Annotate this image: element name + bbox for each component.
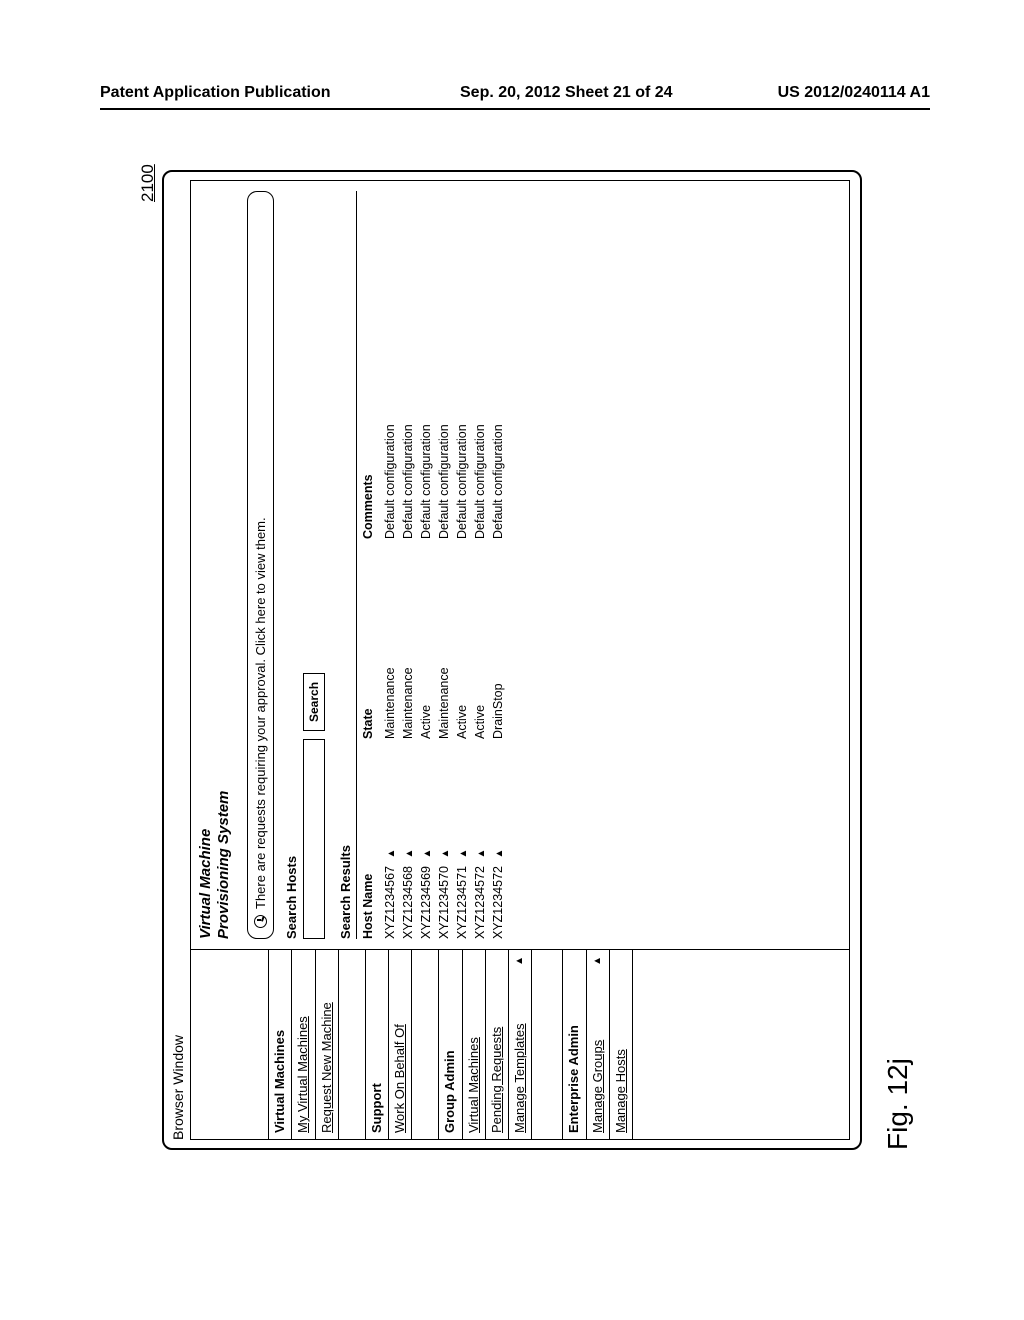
doc-header-right: US 2012/0240114 A1 bbox=[778, 84, 930, 102]
header-rule bbox=[100, 108, 930, 110]
sidebar-item-label: Request New Machine bbox=[319, 1002, 335, 1133]
col-state: State bbox=[357, 539, 381, 739]
figure-label: Fig. 12j bbox=[882, 1058, 914, 1150]
cell-state: Maintenance bbox=[381, 539, 399, 739]
cell-comments: Default configuration bbox=[471, 191, 489, 539]
clock-icon bbox=[254, 915, 267, 928]
sidebar-section-virtual-machines: Virtual Machines bbox=[269, 950, 292, 1139]
cell-state: Maintenance bbox=[435, 539, 453, 739]
caret-icon: ▲ bbox=[441, 849, 451, 859]
table-row[interactable]: XYZ1234570 ▲MaintenanceDefault configura… bbox=[435, 191, 453, 939]
cell-comments: Default configuration bbox=[453, 191, 471, 539]
cell-state: DrainStop bbox=[489, 539, 507, 739]
cell-state: Active bbox=[417, 539, 435, 739]
caret-icon: ▲ bbox=[423, 849, 433, 859]
figure-reference: 2100 bbox=[138, 164, 158, 202]
search-input[interactable] bbox=[303, 739, 325, 939]
brand: Virtual Machine Provisioning System bbox=[197, 191, 233, 939]
sidebar-item-manage-templates[interactable]: Manage Templates ▲ bbox=[509, 950, 532, 1139]
sidebar-item-label: Virtual Machines bbox=[466, 1037, 482, 1133]
caret-icon: ▲ bbox=[405, 849, 415, 859]
sidebar-item-manage-groups[interactable]: Manage Groups ▲ bbox=[587, 950, 610, 1139]
doc-header-left: Patent Application Publication bbox=[100, 84, 331, 102]
sidebar-item-label: My Virtual Machines bbox=[295, 1016, 311, 1133]
cell-host: XYZ1234567 ▲ bbox=[381, 739, 399, 939]
sidebar-item-label: Manage Groups bbox=[590, 1040, 606, 1133]
caret-icon: ▲ bbox=[593, 956, 603, 966]
table-row[interactable]: XYZ1234567 ▲MaintenanceDefault configura… bbox=[381, 191, 399, 939]
brand-line1: Virtual Machine bbox=[197, 829, 214, 939]
sidebar-item-manage-hosts[interactable]: Manage Hosts bbox=[610, 950, 633, 1139]
sidebar-section-group-admin: Group Admin bbox=[438, 950, 462, 1139]
cell-host: XYZ1234570 ▲ bbox=[435, 739, 453, 939]
caret-icon: ▲ bbox=[495, 849, 505, 859]
sidebar-spacer bbox=[339, 950, 365, 1139]
browser-window: Browser Window Virtual Machines My Virtu… bbox=[162, 170, 862, 1150]
sidebar-item-label: Manage Hosts bbox=[613, 1049, 629, 1133]
sidebar-item-my-virtual-machines[interactable]: My Virtual Machines bbox=[292, 950, 315, 1139]
main-panel: Virtual Machine Provisioning System Ther… bbox=[191, 181, 849, 949]
search-button[interactable]: Search bbox=[303, 673, 325, 731]
sidebar-item-label: Pending Requests bbox=[489, 1027, 505, 1133]
sidebar-item-request-new-machine[interactable]: Request New Machine bbox=[316, 950, 339, 1139]
approval-notice[interactable]: There are requests requiring your approv… bbox=[247, 191, 274, 939]
notice-text: There are requests requiring your approv… bbox=[253, 517, 268, 909]
doc-header-center: Sep. 20, 2012 Sheet 21 of 24 bbox=[460, 84, 673, 102]
cell-comments: Default configuration bbox=[489, 191, 507, 539]
col-host: Host Name bbox=[357, 739, 381, 939]
caret-icon: ▲ bbox=[387, 849, 397, 859]
table-row[interactable]: XYZ1234572 ▲ActiveDefault configuration bbox=[471, 191, 489, 939]
sidebar-blank bbox=[191, 950, 269, 1139]
sidebar-spacer bbox=[412, 950, 438, 1139]
search-hosts-heading: Search Hosts bbox=[284, 191, 299, 939]
cell-host: XYZ1234571 ▲ bbox=[453, 739, 471, 939]
cell-comments: Default configuration bbox=[381, 191, 399, 539]
search-results-heading: Search Results bbox=[335, 191, 357, 939]
sidebar-item-ga-virtual-machines[interactable]: Virtual Machines bbox=[463, 950, 486, 1139]
cell-host: XYZ1234568 ▲ bbox=[399, 739, 417, 939]
cell-comments: Default configuration bbox=[435, 191, 453, 539]
results-table: Host Name State Comments XYZ1234567 ▲Mai… bbox=[357, 191, 507, 939]
cell-comments: Default configuration bbox=[399, 191, 417, 539]
cell-state: Maintenance bbox=[399, 539, 417, 739]
col-comments: Comments bbox=[357, 191, 381, 539]
cell-host: XYZ1234572 ▲ bbox=[471, 739, 489, 939]
sidebar-section-support: Support bbox=[365, 950, 389, 1139]
table-row[interactable]: XYZ1234572 ▲DrainStopDefault configurati… bbox=[489, 191, 507, 939]
brand-line2: Provisioning System bbox=[215, 791, 232, 939]
caret-icon: ▲ bbox=[477, 849, 487, 859]
caret-icon: ▲ bbox=[515, 956, 525, 966]
caret-icon: ▲ bbox=[459, 849, 469, 859]
sidebar-item-label: Work On Behalf Of bbox=[392, 1024, 408, 1133]
cell-comments: Default configuration bbox=[417, 191, 435, 539]
cell-host: XYZ1234569 ▲ bbox=[417, 739, 435, 939]
sidebar-section-enterprise-admin: Enterprise Admin bbox=[562, 950, 586, 1139]
cell-state: Active bbox=[471, 539, 489, 739]
cell-host: XYZ1234572 ▲ bbox=[489, 739, 507, 939]
browser-title: Browser Window bbox=[170, 180, 186, 1140]
table-row[interactable]: XYZ1234568 ▲MaintenanceDefault configura… bbox=[399, 191, 417, 939]
sidebar-spacer bbox=[532, 950, 562, 1139]
cell-state: Active bbox=[453, 539, 471, 739]
sidebar-item-label: Manage Templates bbox=[512, 1023, 528, 1133]
sidebar-item-pending-requests[interactable]: Pending Requests bbox=[486, 950, 509, 1139]
table-row[interactable]: XYZ1234569 ▲ActiveDefault configuration bbox=[417, 191, 435, 939]
table-row[interactable]: XYZ1234571 ▲ActiveDefault configuration bbox=[453, 191, 471, 939]
sidebar-item-work-on-behalf-of[interactable]: Work On Behalf Of bbox=[389, 950, 412, 1139]
sidebar: Virtual Machines My Virtual Machines Req… bbox=[191, 949, 849, 1139]
